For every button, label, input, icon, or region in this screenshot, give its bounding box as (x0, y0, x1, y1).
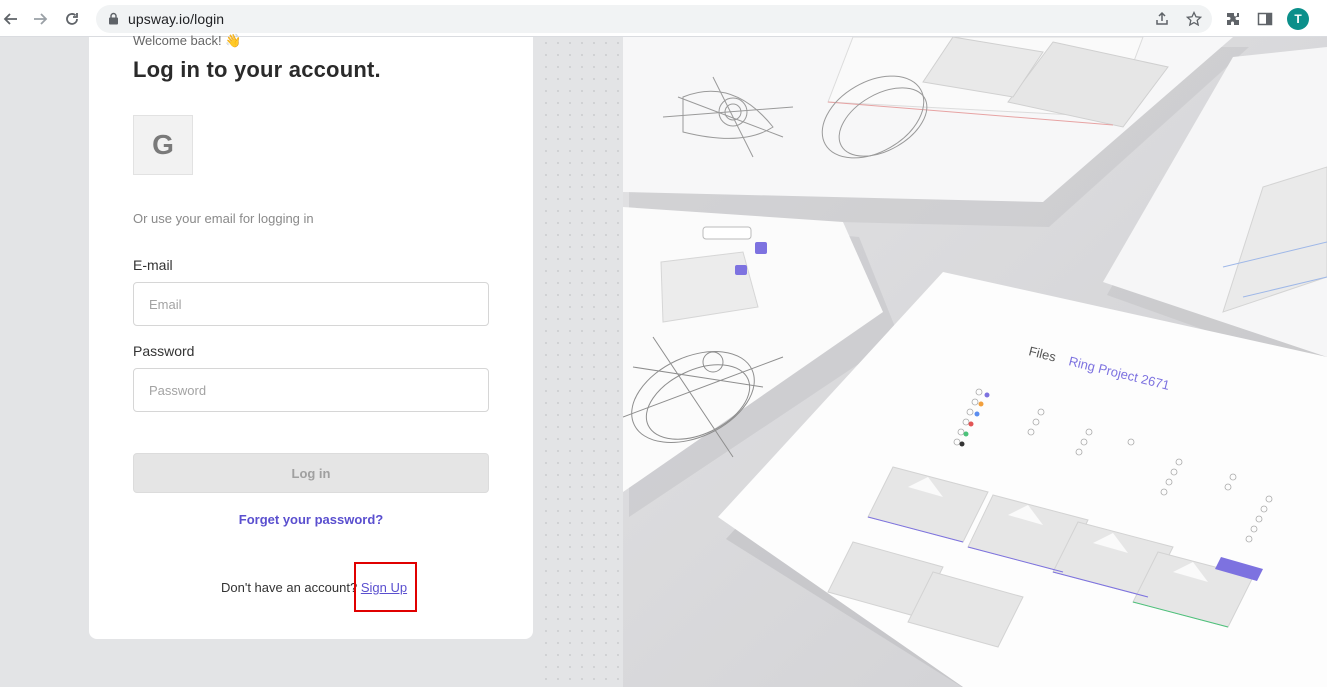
google-login-button[interactable]: G (133, 115, 193, 175)
lock-icon (108, 12, 119, 30)
or-email-text: Or use your email for logging in (133, 211, 314, 226)
google-icon: G (152, 129, 174, 160)
reload-icon[interactable] (61, 8, 83, 30)
address-bar[interactable]: upsway.io/login (96, 5, 1212, 33)
forward-icon[interactable] (29, 8, 51, 30)
side-panel-icon[interactable] (1254, 8, 1276, 30)
url-text: upsway.io/login (128, 11, 225, 27)
bookmark-star-icon[interactable] (1184, 9, 1204, 29)
extensions-icon[interactable] (1222, 8, 1244, 30)
back-icon[interactable] (0, 8, 22, 30)
welcome-text: Welcome back! 👋 (133, 33, 242, 48)
login-button[interactable]: Log in (133, 453, 489, 493)
share-icon[interactable] (1152, 9, 1172, 29)
browser-toolbar: upsway.io/login T (0, 0, 1327, 37)
hero-illustration: Files Ring Project 2671 (623, 37, 1327, 687)
email-label: E-mail (133, 257, 173, 273)
password-label: Password (133, 343, 195, 359)
forgot-password-link[interactable]: Forget your password? (89, 512, 533, 527)
login-card: Welcome back! 👋 Log in to your account. … (89, 33, 533, 639)
password-field[interactable] (133, 368, 489, 412)
page-title: Log in to your account. (133, 57, 381, 82)
no-account-text: Don't have an account? (221, 580, 358, 595)
profile-avatar[interactable]: T (1287, 8, 1309, 30)
signup-highlight-box (354, 562, 417, 612)
email-field[interactable] (133, 282, 489, 326)
